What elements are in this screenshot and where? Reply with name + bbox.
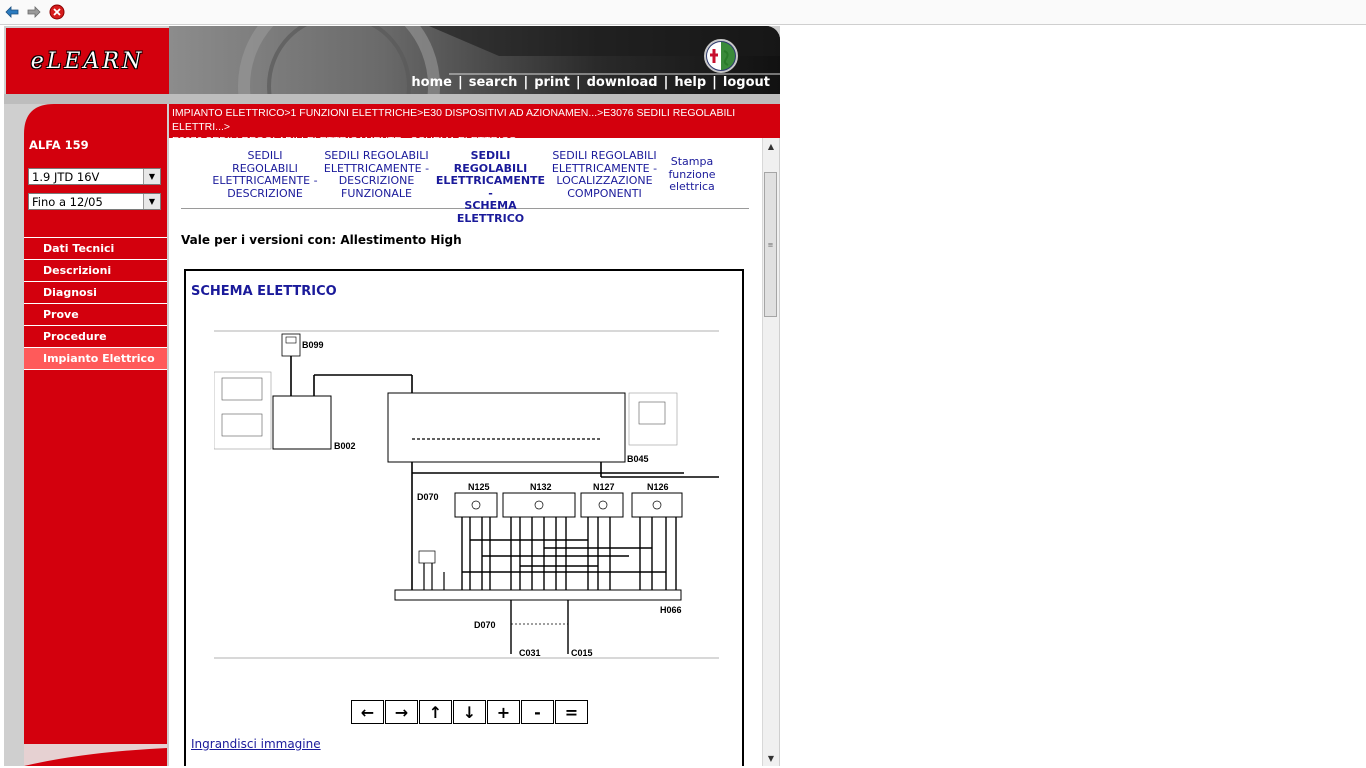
label-b099: B099 <box>302 340 324 350</box>
car-model-title: ALFA 159 <box>29 138 89 152</box>
nav-logout[interactable]: logout <box>723 75 770 90</box>
enlarge-image-link[interactable]: Ingrandisci immagine <box>191 737 321 751</box>
elearn-frame: eLEARN home | search | print | download … <box>4 26 780 766</box>
pan-right-button[interactable]: → <box>385 700 418 724</box>
sidebar-top-curve <box>24 104 167 134</box>
pan-down-button[interactable]: ↓ <box>453 700 486 724</box>
pan-left-button[interactable]: ← <box>351 700 384 724</box>
label-c031: C031 <box>519 648 541 658</box>
elearn-logo: eLEARN <box>6 28 169 94</box>
main-content: SEDILI REGOLABILI ELETTRICAMENTE - DESCRIZI… <box>169 138 762 766</box>
header-divider <box>4 94 780 104</box>
breadcrumb-line-1[interactable]: IMPIANTO ELETTRICO>1 FUNZIONI ELETTRICHE… <box>172 106 777 134</box>
section-tabs: SEDILI REGOLABILI ELETTRICAMENTE - DESCRIZI… <box>181 148 749 224</box>
label-d070-bottom: D070 <box>474 620 496 630</box>
label-c015: C015 <box>571 648 593 658</box>
sidebar-bottom-curve <box>24 744 167 766</box>
scroll-down-icon[interactable]: ▼ <box>763 750 779 766</box>
label-n132: N132 <box>530 482 552 492</box>
sidebar-item-descrizioni[interactable]: Descrizioni <box>24 260 167 282</box>
header-banner: home | search | print | download | help … <box>169 26 780 94</box>
alfa-romeo-logo-icon <box>704 39 738 73</box>
engine-select[interactable]: 1.9 JTD 16V ▼ <box>28 168 161 185</box>
date-select[interactable]: Fino a 12/05 ▼ <box>28 193 161 210</box>
back-arrow-icon[interactable] <box>4 4 20 20</box>
tab-descrizione-funzionale[interactable]: SEDILI REGOLABILI ELETTRICAMENTE - DESCRIZ… <box>319 149 434 200</box>
scroll-thumb[interactable]: ≡ <box>764 172 777 317</box>
content-scrollbar[interactable]: ▲ ≡ ▼ <box>762 138 779 766</box>
left-sidebar: ALFA 159 1.9 JTD 16V ▼ Fino a 12/05 ▼ Da… <box>24 104 167 766</box>
sidebar-item-dati-tecnici[interactable]: Dati Tecnici <box>24 238 167 260</box>
engine-select-value: 1.9 JTD 16V <box>32 170 100 184</box>
chevron-down-icon: ▼ <box>143 194 160 209</box>
label-b045: B045 <box>627 454 649 464</box>
diagram-controls: ← → ↑ ↓ + - = <box>351 700 588 724</box>
label-n126: N126 <box>647 482 669 492</box>
sidebar-item-impianto-elettrico[interactable]: Impianto Elettrico <box>24 348 167 370</box>
nav-help[interactable]: help <box>674 75 706 90</box>
section-title: SCHEMA ELETTRICO <box>191 284 337 299</box>
sidebar-item-prove[interactable]: Prove <box>24 304 167 326</box>
date-select-value: Fino a 12/05 <box>32 195 103 209</box>
nav-search[interactable]: search <box>469 75 518 90</box>
zoom-out-button[interactable]: - <box>521 700 554 724</box>
browser-toolbar <box>0 0 1366 25</box>
sidebar-menu: Dati Tecnici Descrizioni Diagnosi Prove … <box>24 237 167 370</box>
close-icon[interactable] <box>49 4 65 20</box>
scroll-up-icon[interactable]: ▲ <box>763 138 779 154</box>
sidebar-item-procedure[interactable]: Procedure <box>24 326 167 348</box>
chevron-down-icon: ▼ <box>143 169 160 184</box>
breadcrumb: IMPIANTO ELETTRICO>1 FUNZIONI ELETTRICHE… <box>169 104 780 147</box>
label-d070-top: D070 <box>417 492 439 502</box>
tab-schema-elettrico[interactable]: SEDILI REGOLABILI ELETTRICAMENTE - SCHEMA E… <box>434 149 547 225</box>
wiring-diagram[interactable]: B099 B002 B045 D070 N125 N132 N127 N126 … <box>214 326 719 666</box>
label-h066: H066 <box>660 605 682 615</box>
pan-up-button[interactable]: ↑ <box>419 700 452 724</box>
logo-text: eLEARN <box>30 48 145 74</box>
tab-localizzazione-componenti[interactable]: SEDILI REGOLABILI ELETTRICAMENTE - LOCALIZ… <box>547 149 662 200</box>
label-b002: B002 <box>334 441 356 451</box>
version-note: Vale per i versioni con: Allestimento Hi… <box>181 233 462 247</box>
label-n125: N125 <box>468 482 490 492</box>
top-navigation: home | search | print | download | help … <box>411 75 770 90</box>
zoom-in-button[interactable]: + <box>487 700 520 724</box>
nav-print[interactable]: print <box>534 75 570 90</box>
zoom-reset-button[interactable]: = <box>555 700 588 724</box>
nav-home[interactable]: home <box>411 75 452 90</box>
tab-descrizione[interactable]: SEDILI REGOLABILI ELETTRICAMENTE - DESCRIZI… <box>211 149 319 200</box>
schema-box: SCHEMA ELETTRICO B099 B002 B045 D070 N12… <box>184 269 744 766</box>
label-n127: N127 <box>593 482 615 492</box>
nav-download[interactable]: download <box>587 75 658 90</box>
forward-arrow-icon[interactable] <box>26 4 42 20</box>
sidebar-item-diagnosi[interactable]: Diagnosi <box>24 282 167 304</box>
tab-stampa-funzione[interactable]: Stampa funzione elettrica <box>665 155 719 194</box>
